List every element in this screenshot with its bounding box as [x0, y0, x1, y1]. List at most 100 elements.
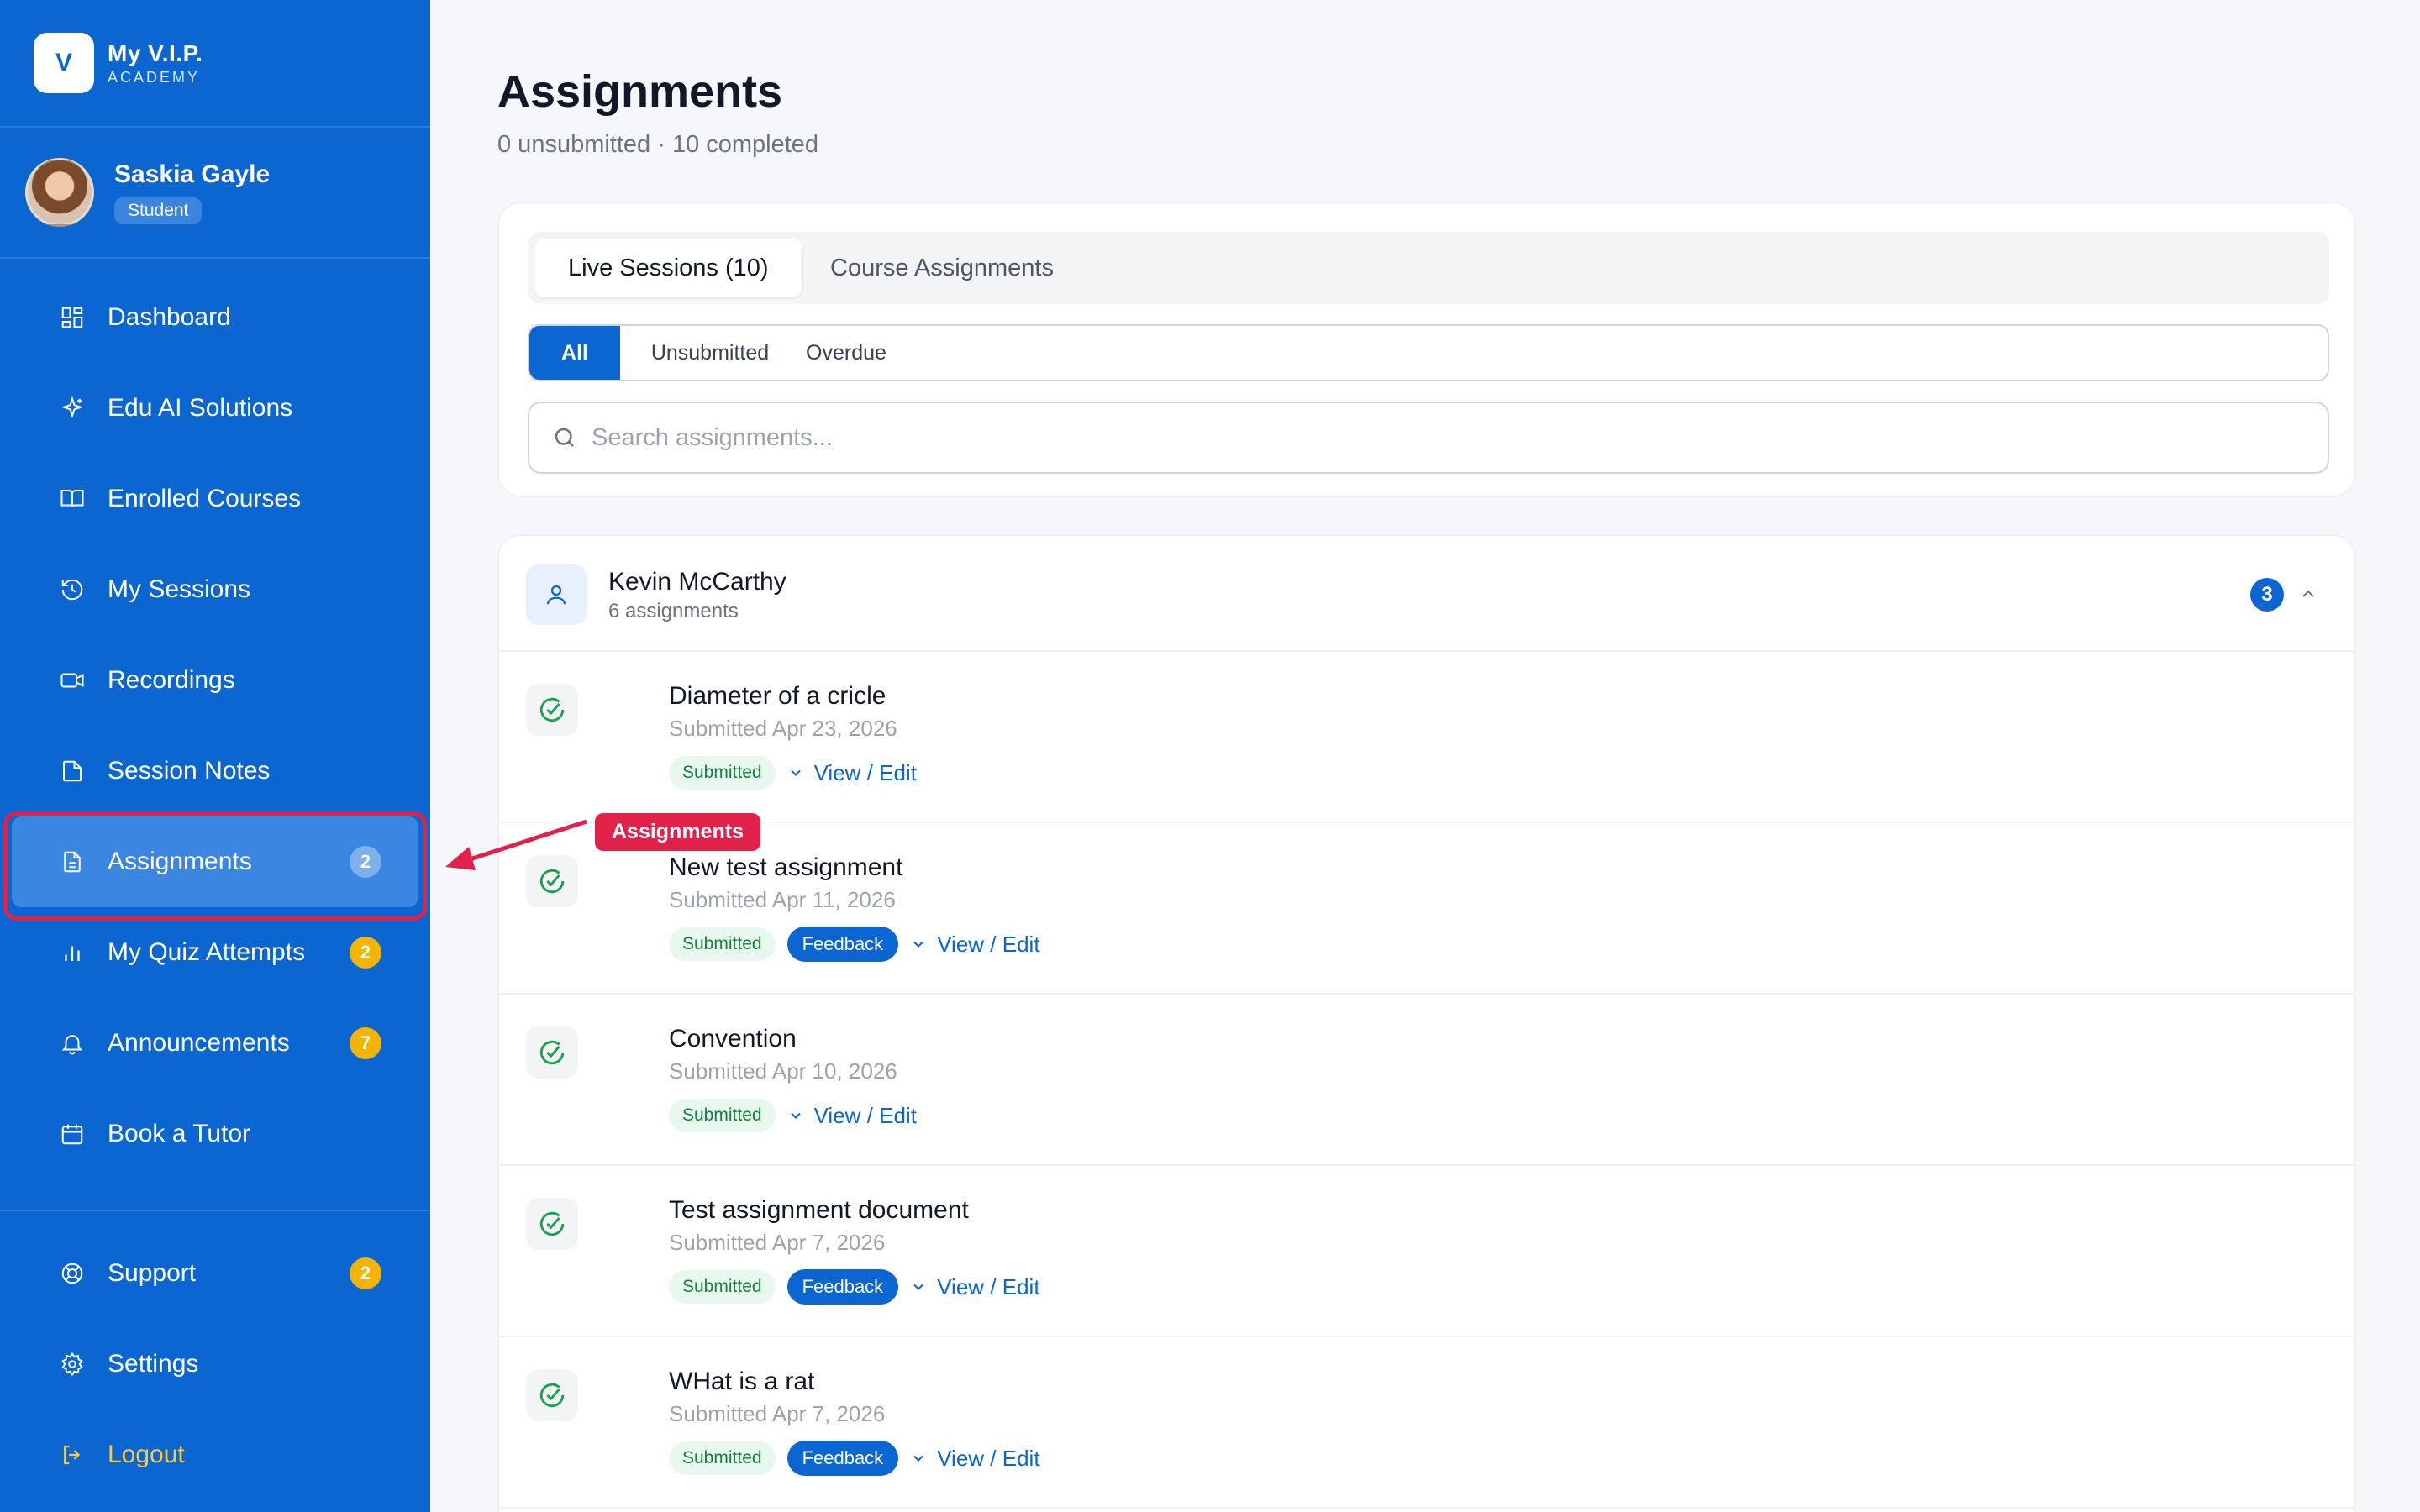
check-circle-icon — [526, 1026, 578, 1079]
assignment-title: Convention — [669, 1025, 797, 1053]
assignment-title: Diameter of a cricle — [669, 682, 886, 710]
sidebar-item-enrolled-courses[interactable]: Enrolled Courses — [0, 454, 430, 544]
tab-bar: Live Sessions (10) Course Assignments — [528, 232, 2329, 304]
tab-course-assignments[interactable]: Course Assignments — [797, 239, 1087, 297]
sidebar-item-label: Session Notes — [108, 757, 271, 785]
bell-icon — [59, 1030, 86, 1057]
history-icon — [59, 576, 86, 603]
view-edit-link[interactable]: View / Edit — [787, 1103, 917, 1129]
lifebuoy-icon — [59, 1260, 86, 1287]
filter-card: Live Sessions (10) Course Assignments Al… — [497, 202, 2356, 497]
sidebar-item-label: Announcements — [108, 1029, 290, 1057]
assignment-date: Submitted Apr 7, 2026 — [669, 1401, 886, 1426]
sidebar-item-label: My Quiz Attempts — [108, 938, 306, 966]
calendar-icon — [59, 1121, 86, 1147]
group-header[interactable]: Kevin McCarthy 6 assignments 3 — [499, 536, 2354, 652]
assignment-title: New test assignment — [669, 853, 903, 881]
tab-live-sessions[interactable]: Live Sessions (10) — [534, 239, 802, 297]
filter-all[interactable]: All — [529, 326, 620, 380]
logout-icon — [59, 1441, 86, 1468]
sidebar-item-book-tutor[interactable]: Book a Tutor — [0, 1089, 430, 1179]
assignment-title: Test assignment document — [669, 1196, 969, 1224]
view-edit-label: View / Edit — [813, 1102, 917, 1128]
filter-unsubmitted[interactable]: Unsubmitted — [647, 326, 773, 380]
view-edit-label: View / Edit — [937, 931, 1040, 957]
status-badge: Submitted — [669, 1270, 776, 1304]
chevron-up-icon[interactable] — [2296, 581, 2321, 606]
assignment-row: Diameter of a cricle Submitted Apr 23, 2… — [499, 652, 2354, 823]
chevron-down-icon — [913, 1455, 923, 1462]
status-filter: All Unsubmitted Overdue — [528, 324, 2329, 381]
sidebar-item-edu-ai[interactable]: Edu AI Solutions — [0, 363, 430, 454]
annotation-label: Assignments — [595, 813, 760, 851]
search-icon — [550, 423, 580, 453]
chevron-down-icon — [790, 769, 801, 776]
main-content: Assignments 0 unsubmitted · 10 completed… — [430, 0, 2420, 1512]
book-icon — [59, 486, 86, 512]
view-edit-link[interactable]: View / Edit — [787, 760, 917, 786]
gear-icon — [59, 1351, 86, 1378]
view-edit-link[interactable]: View / Edit — [910, 931, 1040, 958]
search-input[interactable] — [592, 423, 2188, 452]
assignment-date: Submitted Apr 10, 2026 — [669, 1058, 897, 1084]
filter-overdue[interactable]: Overdue — [792, 326, 901, 380]
dashboard-icon — [59, 304, 86, 331]
sidebar-item-label: Dashboard — [108, 303, 231, 331]
count-badge: 2 — [350, 937, 381, 969]
sidebar: V My V.I.P. ACADEMY Saskia Gayle Student… — [0, 0, 430, 1512]
assignment-row: New test assignment Submitted Apr 11, 20… — [499, 823, 2354, 995]
sidebar-item-label: Book a Tutor — [108, 1120, 251, 1147]
annotation-arrow — [445, 819, 587, 870]
sidebar-item-announcements[interactable]: Announcements 7 — [0, 998, 430, 1089]
sidebar-item-my-sessions[interactable]: My Sessions — [0, 544, 430, 635]
sidebar-item-label: My Sessions — [108, 575, 251, 603]
view-edit-link[interactable]: View / Edit — [910, 1446, 1040, 1472]
sidebar-item-support[interactable]: Support 2 — [0, 1228, 430, 1319]
sidebar-item-settings[interactable]: Settings — [0, 1319, 430, 1410]
tutor-group: Kevin McCarthy 6 assignments 3 Diameter … — [497, 534, 2356, 1512]
brand[interactable]: V My V.I.P. ACADEMY — [0, 0, 430, 128]
sidebar-item-label: Settings — [108, 1350, 199, 1378]
chevron-down-icon — [913, 941, 923, 948]
brand-name: My V.I.P. — [108, 39, 203, 66]
sidebar-item-label: Recordings — [108, 666, 235, 694]
assignment-row: WHat is a rat Submitted Apr 7, 2026 Subm… — [499, 1337, 2354, 1509]
user-icon — [526, 564, 587, 625]
page-subtitle: 0 unsubmitted · 10 completed — [497, 131, 819, 158]
count-badge: 7 — [350, 1027, 381, 1059]
feedback-badge[interactable]: Feedback — [786, 927, 899, 962]
feedback-badge[interactable]: Feedback — [786, 1269, 899, 1305]
video-icon — [59, 667, 86, 694]
group-name: Kevin McCarthy — [608, 568, 786, 596]
view-edit-label: View / Edit — [937, 1273, 1040, 1299]
sidebar-item-recordings[interactable]: Recordings — [0, 635, 430, 726]
assignment-date: Submitted Apr 23, 2026 — [669, 716, 897, 741]
sparkle-icon — [59, 395, 86, 422]
sidebar-item-session-notes[interactable]: Session Notes — [0, 726, 430, 816]
user-profile[interactable]: Saskia Gayle Student — [0, 128, 430, 259]
chevron-down-icon — [790, 1112, 801, 1119]
status-badge: Submitted — [669, 756, 776, 790]
sidebar-item-quiz-attempts[interactable]: My Quiz Attempts 2 — [0, 907, 430, 998]
sidebar-item-logout[interactable]: Logout — [0, 1410, 430, 1500]
sidebar-item-label: Edu AI Solutions — [108, 394, 293, 422]
status-badge: Submitted — [669, 1099, 776, 1132]
avatar — [25, 158, 94, 227]
brand-logo: V — [34, 33, 94, 93]
bar-chart-icon — [59, 939, 86, 966]
check-circle-icon — [526, 684, 578, 736]
note-icon — [59, 758, 86, 785]
assignment-date: Submitted Apr 7, 2026 — [669, 1230, 886, 1255]
assignment-row: Test assignment document Submitted Apr 7… — [499, 1166, 2354, 1337]
status-badge: Submitted — [669, 1441, 776, 1475]
chevron-down-icon — [913, 1284, 923, 1290]
brand-subtitle: ACADEMY — [108, 68, 201, 86]
group-count: 6 assignments — [608, 600, 739, 622]
page-title: Assignments — [497, 66, 783, 117]
feedback-badge[interactable]: Feedback — [786, 1441, 899, 1476]
view-edit-link[interactable]: View / Edit — [910, 1273, 1040, 1300]
assignment-row: Convention Submitted Apr 10, 2026 Submit… — [499, 995, 2354, 1166]
highlight-annotation-box — [3, 811, 427, 921]
sidebar-item-label: Support — [108, 1259, 197, 1287]
sidebar-item-dashboard[interactable]: Dashboard — [0, 272, 430, 363]
